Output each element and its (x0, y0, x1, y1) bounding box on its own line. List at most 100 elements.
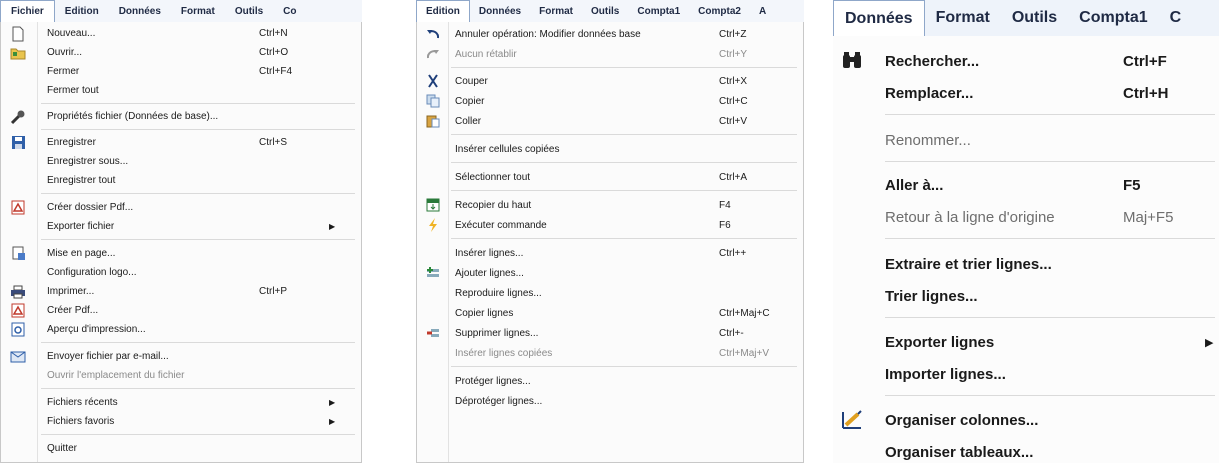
separator (451, 134, 797, 135)
pdf-icon (10, 200, 26, 216)
menubar-compta2[interactable]: Compta2 (689, 0, 750, 22)
menu-item-renommer[interactable]: Renommer... (833, 125, 1219, 155)
menubar-c[interactable]: C (1159, 0, 1193, 36)
separator (451, 366, 797, 367)
submenu-arrow-icon: ▶ (329, 222, 336, 231)
menubar-format[interactable]: Format (925, 0, 1001, 36)
menu-item-proprietes[interactable]: Propriétés fichier (Données de base)... (1, 107, 361, 126)
menu-item-exporter-fichier[interactable]: Exporter fichier ▶ (1, 217, 361, 236)
printer-icon (10, 284, 26, 300)
menu-item-envoyer-email[interactable]: Envoyer fichier par e-mail... (1, 347, 361, 366)
donnees-dropdown: Rechercher... Ctrl+F Remplacer... Ctrl+H… (833, 36, 1219, 463)
menu-item-creer-pdf[interactable]: Créer Pdf... (1, 301, 361, 320)
separator (41, 193, 355, 194)
organize-columns-icon (840, 408, 864, 432)
menubar-edition[interactable]: Edition (416, 0, 470, 22)
menu-item-enregistrer[interactable]: Enregistrer Ctrl+S (1, 133, 361, 152)
separator (451, 162, 797, 163)
menu-item-inserer-cellules-copiees[interactable]: Insérer cellules copiées (417, 139, 803, 159)
email-icon (10, 349, 26, 365)
separator (885, 161, 1215, 162)
menu-item-ouvrir-emplacement[interactable]: Ouvrir l'emplacement du fichier (1, 366, 361, 385)
menubar-format[interactable]: Format (530, 0, 582, 22)
separator (885, 114, 1215, 115)
menu-item-importer-lignes[interactable]: Importer lignes... (833, 359, 1219, 389)
menubar-compta1[interactable]: Compta1 (1068, 0, 1158, 36)
menubar-donnees[interactable]: Données (470, 0, 530, 22)
menu-item-couper[interactable]: Couper Ctrl+X (417, 71, 803, 91)
new-document-icon (10, 26, 26, 42)
menu-item-copier-lignes[interactable]: Copier lignes Ctrl+Maj+C (417, 303, 803, 323)
menubar-donnees[interactable]: Données (833, 0, 925, 36)
menu-item-organiser-colonnes[interactable]: Organiser colonnes... (833, 405, 1219, 435)
menu-item-executer-commande[interactable]: Exécuter commande F6 (417, 215, 803, 235)
menubar-fichier[interactable]: Fichier (0, 0, 55, 22)
fill-down-icon (425, 197, 441, 213)
page-setup-icon (10, 246, 26, 262)
menubar-outils[interactable]: Outils (225, 0, 273, 22)
menu-item-inserer-lignes[interactable]: Insérer lignes... Ctrl++ (417, 243, 803, 263)
fichier-dropdown: Nouveau... Ctrl+N Ouvrir... Ctrl+O Ferme… (0, 22, 362, 463)
menu-item-proteger-lignes[interactable]: Protéger lignes... (417, 371, 803, 391)
menu-item-ajouter-lignes[interactable]: Ajouter lignes... (417, 263, 803, 283)
add-rows-icon (425, 265, 441, 281)
menubar-donnees[interactable]: Données (109, 0, 171, 22)
separator (41, 342, 355, 343)
menu-item-ouvrir[interactable]: Ouvrir... Ctrl+O (1, 43, 361, 62)
menu-item-coller[interactable]: Coller Ctrl+V (417, 111, 803, 131)
undo-icon (425, 26, 441, 42)
menu-item-deproteger-lignes[interactable]: Déprotéger lignes... (417, 391, 803, 411)
menu-item-fichiers-recents[interactable]: Fichiers récents ▶ (1, 393, 361, 412)
menu-item-rechercher[interactable]: Rechercher... Ctrl+F (833, 46, 1219, 76)
menu-item-extraire-trier-lignes[interactable]: Extraire et trier lignes... (833, 249, 1219, 279)
separator (451, 190, 797, 191)
menubar-format[interactable]: Format (171, 0, 225, 22)
save-icon (10, 135, 26, 151)
separator (885, 317, 1215, 318)
menu-item-selectionner-tout[interactable]: Sélectionner tout Ctrl+A (417, 167, 803, 187)
menu-bar: Données Format Outils Compta1 C (833, 0, 1219, 37)
separator (41, 129, 355, 130)
menu-item-fichiers-favoris[interactable]: Fichiers favoris ▶ (1, 412, 361, 431)
menubar-outils[interactable]: Outils (1001, 0, 1068, 36)
donnees-menu-screenshot: Données Format Outils Compta1 C Recherch… (833, 0, 1219, 463)
menu-item-creer-dossier-pdf[interactable]: Créer dossier Pdf... (1, 198, 361, 217)
menu-item-imprimer[interactable]: Imprimer... Ctrl+P (1, 282, 361, 301)
menu-item-configuration-logo[interactable]: Configuration logo... (1, 263, 361, 282)
menu-item-quitter[interactable]: Quitter (1, 439, 361, 458)
menu-item-aller-a[interactable]: Aller à... F5 (833, 170, 1219, 200)
menu-item-enregistrer-sous[interactable]: Enregistrer sous... (1, 152, 361, 171)
menu-bar: Fichier Edition Données Format Outils Co (0, 0, 362, 23)
menu-item-exporter-lignes[interactable]: Exporter lignes ▶ (833, 327, 1219, 357)
menubar-compta1[interactable]: Compta1 (628, 0, 689, 22)
separator (451, 67, 797, 68)
binoculars-icon (840, 49, 864, 73)
menu-item-mise-en-page[interactable]: Mise en page... (1, 244, 361, 263)
menu-item-supprimer-lignes[interactable]: Supprimer lignes... Ctrl+- (417, 323, 803, 343)
separator (885, 395, 1215, 396)
print-preview-icon (10, 322, 26, 338)
menubar-outils[interactable]: Outils (582, 0, 628, 22)
menu-item-fermer-tout[interactable]: Fermer tout (1, 81, 361, 100)
menu-item-annuler[interactable]: Annuler opération: Modifier données base… (417, 24, 803, 44)
menubar-edition[interactable]: Edition (55, 0, 109, 22)
separator (41, 103, 355, 104)
menu-item-inserer-lignes-copiees[interactable]: Insérer lignes copiées Ctrl+Maj+V (417, 343, 803, 363)
menu-item-fermer[interactable]: Fermer Ctrl+F4 (1, 62, 361, 81)
menu-item-remplacer[interactable]: Remplacer... Ctrl+H (833, 78, 1219, 108)
menu-bar: Edition Données Format Outils Compta1 Co… (416, 0, 804, 23)
menubar-co[interactable]: Co (273, 0, 306, 22)
menu-item-retour-ligne-origine[interactable]: Retour à la ligne d'origine Maj+F5 (833, 202, 1219, 232)
menubar-a[interactable]: A (750, 0, 775, 22)
menu-item-trier-lignes[interactable]: Trier lignes... (833, 281, 1219, 311)
menu-item-apercu-impression[interactable]: Aperçu d'impression... (1, 320, 361, 339)
menu-item-nouveau[interactable]: Nouveau... Ctrl+N (1, 24, 361, 43)
menu-item-organiser-tableaux[interactable]: Organiser tableaux... (833, 437, 1219, 463)
paste-icon (425, 113, 441, 129)
menu-item-aucun-retablir[interactable]: Aucun rétablir Ctrl+Y (417, 44, 803, 64)
menu-item-enregistrer-tout[interactable]: Enregistrer tout (1, 171, 361, 190)
menu-item-recopier-du-haut[interactable]: Recopier du haut F4 (417, 195, 803, 215)
menu-item-copier[interactable]: Copier Ctrl+C (417, 91, 803, 111)
menu-item-reproduire-lignes[interactable]: Reproduire lignes... (417, 283, 803, 303)
open-folder-icon (10, 45, 26, 61)
